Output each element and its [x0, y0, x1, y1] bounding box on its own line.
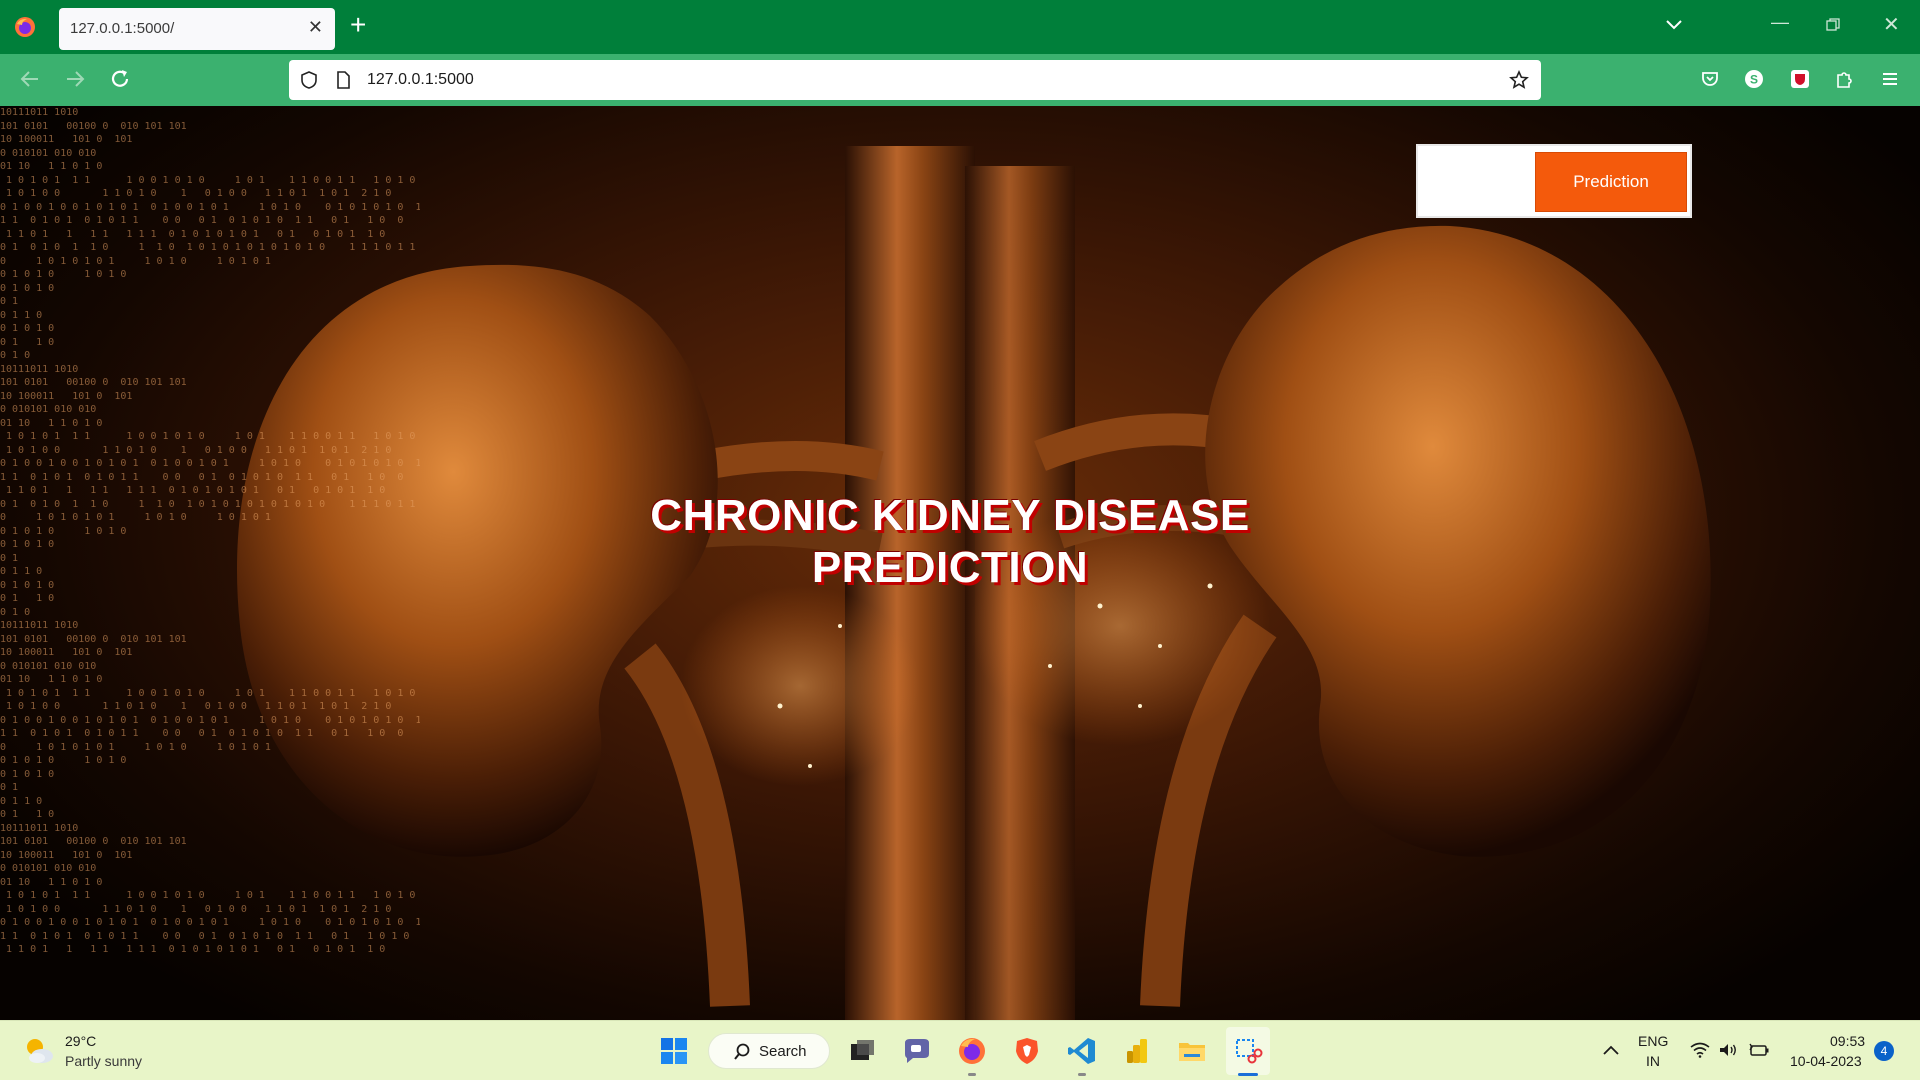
file-explorer-icon[interactable]	[1176, 1035, 1208, 1067]
search-label: Search	[759, 1043, 807, 1060]
snipping-tool-active-indicator	[1238, 1073, 1258, 1076]
windows-start-icon[interactable]	[658, 1035, 690, 1067]
firefox-running-indicator	[968, 1073, 976, 1076]
pocket-icon[interactable]	[1700, 69, 1720, 89]
notification-badge[interactable]: 4	[1874, 1041, 1894, 1061]
url-bar[interactable]: 127.0.0.1:5000	[289, 60, 1541, 100]
extension-shield-icon[interactable]	[1790, 69, 1810, 89]
weather-description[interactable]: Partly sunny	[65, 1053, 142, 1069]
new-tab-button[interactable]: +	[350, 10, 366, 40]
volume-icon[interactable]	[1718, 1042, 1738, 1058]
account-s-icon[interactable]: S	[1744, 69, 1764, 89]
show-hidden-icons-chevron-icon[interactable]	[1602, 1043, 1620, 1057]
page-title: CHRONIC KIDNEY DISEASE PREDICTION	[560, 490, 1340, 594]
prediction-button[interactable]: Prediction	[1535, 152, 1687, 212]
power-bi-icon[interactable]	[1121, 1035, 1153, 1067]
bookmark-star-icon[interactable]	[1509, 70, 1529, 90]
shield-icon[interactable]	[299, 70, 319, 90]
task-view-icon[interactable]	[846, 1035, 878, 1067]
clock-time[interactable]: 09:53	[1830, 1033, 1865, 1049]
battery-icon[interactable]	[1748, 1042, 1770, 1058]
brave-browser-icon[interactable]	[1011, 1035, 1043, 1067]
list-all-tabs-icon[interactable]	[1664, 14, 1684, 34]
vscode-running-indicator	[1078, 1073, 1086, 1076]
taskbar-search-box[interactable]: Search	[708, 1033, 830, 1069]
close-window-icon[interactable]: ✕	[1883, 12, 1900, 37]
svg-text:S: S	[1750, 73, 1758, 87]
menu-hamburger-icon[interactable]	[1880, 69, 1900, 89]
page-icon	[337, 71, 350, 89]
browser-nav-bar: 127.0.0.1:5000 S	[0, 54, 1920, 106]
firefox-logo-icon[interactable]	[14, 16, 36, 38]
teams-chat-icon[interactable]	[901, 1035, 933, 1067]
browser-tab-bar: 127.0.0.1:5000/ ✕ + — ✕	[0, 0, 1920, 54]
restore-icon[interactable]	[1826, 18, 1840, 32]
browser-tab-active[interactable]: 127.0.0.1:5000/ ✕	[59, 8, 335, 50]
page-title-line2: PREDICTION	[811, 543, 1089, 592]
wifi-icon[interactable]	[1690, 1042, 1710, 1058]
page-title-line1: CHRONIC KIDNEY DISEASE	[650, 491, 1250, 540]
weather-temperature[interactable]: 29°C	[65, 1033, 96, 1049]
url-text[interactable]: 127.0.0.1:5000	[367, 71, 474, 89]
binary-digits-decoration: 10111011 1010 101 0101 00100 0 010 101 1…	[0, 107, 420, 955]
windows-taskbar: 29°C Partly sunny Search ENG IN 09:53 10…	[0, 1020, 1920, 1080]
web-page: 10111011 1010 101 0101 00100 0 010 101 1…	[0, 106, 1920, 1020]
reload-icon[interactable]	[108, 67, 132, 91]
tab-title: 127.0.0.1:5000/	[70, 20, 175, 37]
firefox-taskbar-icon[interactable]	[956, 1035, 988, 1067]
vscode-icon[interactable]	[1066, 1035, 1098, 1067]
search-icon	[734, 1043, 750, 1060]
extensions-puzzle-icon[interactable]	[1834, 69, 1854, 89]
language-indicator[interactable]: ENG	[1638, 1033, 1668, 1049]
clock-date[interactable]: 10-04-2023	[1790, 1053, 1862, 1069]
minimize-icon[interactable]: —	[1771, 12, 1789, 33]
nav-container: Prediction	[1416, 144, 1692, 218]
partly-sunny-icon[interactable]	[22, 1034, 56, 1068]
language-region[interactable]: IN	[1646, 1053, 1660, 1069]
tab-close-icon[interactable]: ✕	[308, 17, 323, 38]
forward-icon[interactable]	[63, 67, 87, 91]
back-icon[interactable]	[18, 67, 42, 91]
snipping-tool-icon[interactable]	[1232, 1035, 1264, 1067]
